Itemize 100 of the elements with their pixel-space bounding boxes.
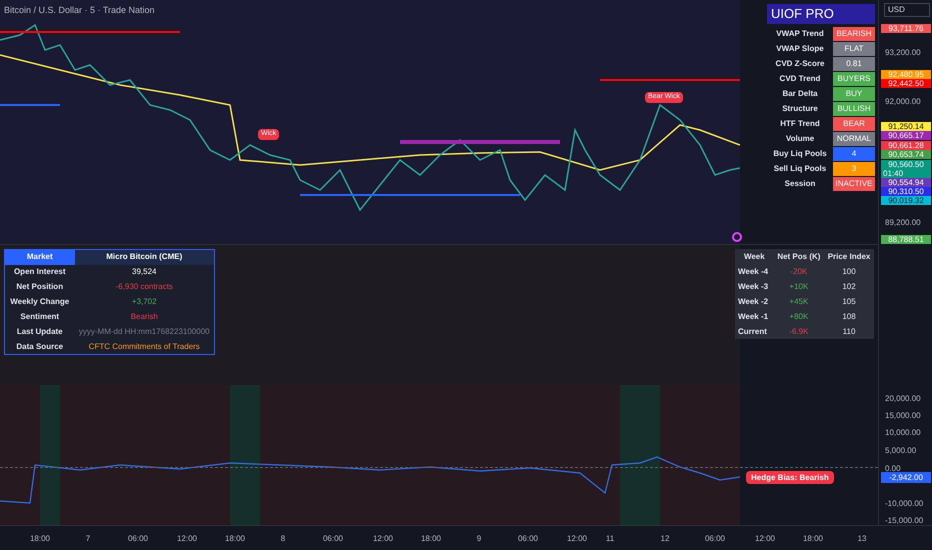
price-tag: 93,711.76	[881, 24, 931, 33]
price-tick: 92,000.00	[885, 96, 921, 108]
table-cell: 39,524	[74, 264, 214, 280]
axis-tick: -10,000.00	[885, 498, 924, 510]
table-cell: -20K	[774, 264, 824, 279]
table-cell: +80K	[774, 309, 824, 324]
table-cell: Weekly Change	[4, 294, 74, 310]
table-cell: +3,702	[74, 294, 214, 310]
axis-tick: -15,000.00	[885, 515, 924, 527]
axis-tick: 5,000.00	[885, 445, 916, 457]
dashboard-label: CVD Trend	[778, 72, 822, 84]
status-badge: FLAT	[833, 42, 875, 56]
time-tick: 12	[660, 533, 670, 545]
table-cell: Week -3	[735, 279, 774, 294]
spinner-icon	[732, 232, 742, 242]
status-badge: BUYERS	[833, 72, 875, 86]
time-tick: 06:00	[322, 533, 344, 545]
price-tag: 92,442.50	[881, 79, 931, 88]
table-header: Micro Bitcoin (CME)	[74, 250, 214, 264]
dashboard-label: VWAP Trend	[775, 28, 825, 40]
price-tag: 88,788.51	[881, 235, 931, 244]
time-tick: 18:00	[224, 533, 246, 545]
dashboard-label: HTF Trend	[779, 118, 821, 130]
axis-tick: 10,000.00	[885, 427, 921, 439]
price-tag: 90,665.17	[881, 131, 931, 140]
time-tick: 12:00	[176, 533, 198, 545]
chart-title: Bitcoin / U.S. Dollar · 5 · Trade Nation	[4, 4, 155, 17]
time-tick: 13	[858, 533, 866, 545]
table-cell: -6.9K	[774, 324, 824, 339]
price-tag: 90,653.74	[881, 150, 931, 159]
table-cell: yyyy-MM-dd HH:mm1768223100000	[74, 324, 214, 340]
table-cell: 108	[824, 309, 874, 324]
dashboard-label: Bar Delta	[781, 88, 819, 100]
time-tick: 18:00	[30, 533, 50, 545]
time-tick: 9	[476, 533, 482, 545]
table-cell: Week -4	[735, 264, 774, 279]
table-cell: Week -1	[735, 309, 774, 324]
table-cell: 105	[824, 294, 874, 309]
table-cell: Sentiment	[4, 310, 74, 324]
time-tick: 06:00	[128, 533, 148, 545]
axis-tick: 15,000.00	[885, 410, 921, 422]
status-badge: 3	[833, 162, 875, 176]
column-header: Week	[735, 249, 774, 264]
column-header: Price Index	[824, 249, 874, 264]
axis-tick: 20,000.00	[885, 393, 921, 405]
table-cell: Bearish	[74, 310, 214, 324]
time-tick: 8	[280, 533, 286, 545]
status-badge: BEARISH	[833, 26, 875, 40]
dashboard-label: VWAP Slope	[775, 42, 825, 54]
table-cell: Last Update	[4, 324, 74, 340]
price-tag: 90,661.28	[881, 141, 931, 150]
status-badge: NORMAL	[833, 132, 875, 146]
table-cell: Open Interest	[4, 264, 74, 280]
status-badge: BULLISH	[833, 102, 875, 116]
price-tag: 90,560.50 01:40	[881, 160, 931, 178]
time-tick: 7	[86, 533, 90, 545]
table-cell: 110	[824, 324, 874, 339]
axis-tick: 0.00	[885, 463, 901, 474]
currency-button[interactable]: USD	[884, 3, 930, 17]
price-tag: 91,250.14	[881, 122, 931, 131]
status-badge: 4	[833, 146, 875, 160]
dashboard-label: Buy Liq Pools	[772, 148, 828, 160]
table-cell: -6,930 contracts	[74, 280, 214, 294]
time-tick: 11	[606, 533, 614, 545]
price-tag: 90,019.32	[881, 196, 931, 205]
time-tick: 06:00	[518, 533, 538, 545]
table-header: Market	[4, 250, 74, 264]
dashboard-label: Sell Liq Pools	[772, 162, 828, 174]
table-cell: Data Source	[4, 340, 74, 354]
status-badge: 0.81	[833, 56, 875, 70]
status-badge: INACTIVE	[833, 176, 875, 190]
time-tick: 12:00	[754, 533, 776, 545]
time-tick: 18:00	[420, 533, 442, 545]
dashboard-label: Session	[784, 178, 816, 190]
column-header: Net Pos (K)	[774, 249, 824, 264]
dashboard-title: UIOF PRO	[767, 4, 875, 24]
price-tick: 89,200.00	[885, 217, 921, 229]
table-cell: +45K	[774, 294, 824, 309]
value-tag: -2,942.00	[881, 472, 931, 483]
table-cell: Net Position	[4, 280, 74, 294]
hedge-bias-label: Hedge Bias: Bearish	[746, 471, 834, 484]
table-cell: 100	[824, 264, 874, 279]
table-cell: Week -2	[735, 294, 774, 309]
table-cell: 102	[824, 279, 874, 294]
table-cell: Current	[735, 324, 774, 339]
status-badge: BEAR	[833, 116, 875, 130]
dashboard-label: Volume	[784, 132, 816, 144]
time-tick: 18:00	[802, 533, 824, 545]
time-tick: 12:00	[566, 533, 588, 545]
time-tick: 12:00	[372, 533, 394, 545]
support-level-line	[0, 104, 60, 106]
status-badge: BUY	[833, 86, 875, 100]
price-tick: 93,200.00	[885, 47, 921, 59]
price-tag: 90,310.50	[881, 187, 931, 196]
table-cell: +10K	[774, 279, 824, 294]
dashboard-label: CVD Z-Score	[774, 58, 826, 70]
price-tag: 90,554.94	[881, 178, 931, 187]
price-tag: 92,480.95	[881, 70, 931, 79]
table-cell: CFTC Commitments of Traders	[74, 340, 214, 354]
time-tick: 06:00	[704, 533, 726, 545]
